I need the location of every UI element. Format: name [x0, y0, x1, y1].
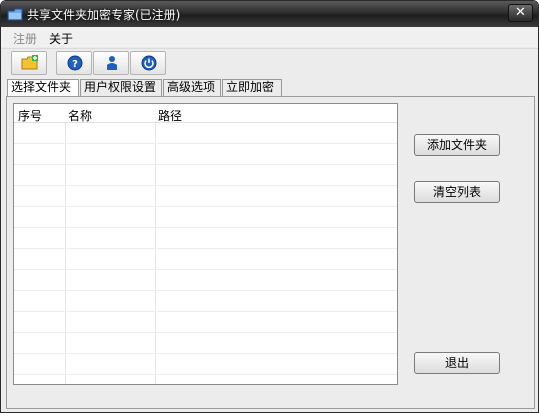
power-icon	[141, 55, 157, 71]
folder-add-icon	[21, 55, 38, 70]
column-separator	[155, 123, 156, 384]
folder-list[interactable]: 序号 名称 路径	[13, 103, 398, 385]
tab-advanced-options[interactable]: 高级选项	[163, 79, 221, 96]
add-folder-tool-button[interactable]	[11, 51, 47, 75]
menu-bar: 注册 关于	[1, 27, 538, 47]
clear-list-button[interactable]: 清空列表	[414, 181, 500, 203]
column-separator	[65, 123, 66, 384]
grid-line	[14, 185, 397, 186]
help-icon: ?	[67, 55, 83, 71]
help-tool-button[interactable]: ?	[56, 51, 92, 75]
grid-line	[14, 248, 397, 249]
tab-encrypt-now[interactable]: 立即加密	[222, 79, 282, 96]
main-window: 共享文件夹加密专家(已注册) ✕ 注册 关于 ? 选择文件夹 用户权限设置 高级…	[0, 0, 539, 413]
grid-line	[14, 332, 397, 333]
grid-line	[14, 290, 397, 291]
menu-about[interactable]: 关于	[49, 30, 73, 47]
exit-button[interactable]: 退出	[414, 352, 500, 374]
user-tool-button[interactable]	[93, 51, 129, 75]
svg-text:?: ?	[72, 59, 78, 70]
grid-line	[14, 164, 397, 165]
column-header-path[interactable]: 路径	[158, 107, 182, 124]
tab-panel-select-folder: 序号 名称 路径 添加文件夹 清空列表 退出	[6, 96, 535, 409]
grid-line	[14, 227, 397, 228]
grid-line	[14, 311, 397, 312]
tab-user-permissions[interactable]: 用户权限设置	[80, 79, 162, 96]
tab-select-folder[interactable]: 选择文件夹	[7, 79, 79, 97]
user-icon	[107, 56, 117, 70]
add-folder-button[interactable]: 添加文件夹	[414, 134, 500, 156]
column-header-index[interactable]: 序号	[18, 107, 42, 124]
app-icon	[7, 6, 23, 22]
title-bar[interactable]: 共享文件夹加密专家(已注册) ✕	[1, 1, 538, 27]
list-body[interactable]	[14, 123, 397, 384]
grid-line	[14, 269, 397, 270]
power-tool-button[interactable]	[130, 51, 166, 75]
column-header-name[interactable]: 名称	[68, 107, 92, 124]
grid-line	[14, 206, 397, 207]
grid-line	[14, 143, 397, 144]
menu-register[interactable]: 注册	[13, 30, 37, 47]
list-header: 序号 名称 路径	[14, 104, 397, 123]
toolbar: ?	[1, 48, 538, 76]
close-button[interactable]: ✕	[508, 4, 533, 22]
grid-line	[14, 374, 397, 375]
grid-line	[14, 353, 397, 354]
window-title: 共享文件夹加密专家(已注册)	[27, 8, 181, 22]
